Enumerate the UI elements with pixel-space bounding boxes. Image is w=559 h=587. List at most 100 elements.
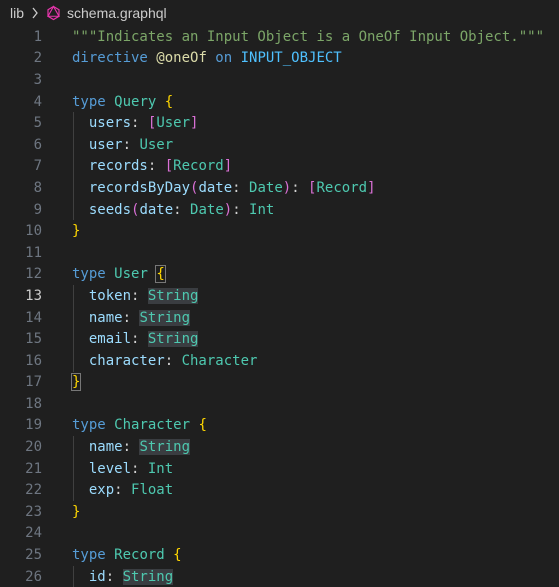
code-token: ( (190, 179, 199, 196)
code-line[interactable]: 17} (0, 372, 559, 394)
code-line[interactable]: 19 type Character { (0, 415, 559, 437)
code-token: type (72, 417, 115, 434)
code-text: type Query { (72, 91, 173, 113)
line-number: 20 (25, 439, 42, 456)
chevron-right-icon (31, 7, 39, 19)
code-token: : (122, 136, 140, 153)
code-token: type (72, 266, 115, 283)
code-token: Record (316, 179, 368, 196)
code-token: type (72, 547, 115, 564)
breadcrumb-folder[interactable]: lib (10, 5, 24, 21)
code-text: } (70, 372, 82, 394)
code-line[interactable]: 7 records: [Record] (0, 155, 559, 178)
code-line[interactable]: 22 exp: Float (0, 479, 559, 502)
code-text: } (72, 501, 80, 523)
code-token: Int (249, 201, 275, 218)
code-token: String (139, 309, 191, 326)
code-token: Character (181, 352, 258, 369)
code-token: User (156, 115, 191, 132)
line-number: 10 (25, 223, 42, 240)
code-line[interactable]: 3 (0, 69, 559, 91)
code-text: level: Int (72, 458, 173, 480)
code-line[interactable]: 16 character: Character (0, 349, 559, 372)
code-line[interactable]: 13 token: String (0, 285, 559, 307)
code-text: seeds(date: Date): Int (72, 199, 275, 221)
line-number: 11 (25, 244, 42, 261)
code-token: : (164, 352, 182, 369)
line-number: 25 (25, 547, 42, 564)
code-token: { (198, 417, 207, 434)
code-token: [ (164, 158, 174, 175)
code-line[interactable]: 1 """Indicates an Input Object is a OneOf… (0, 26, 559, 48)
graphql-icon (46, 5, 61, 21)
code-line[interactable]: 25 type Record { (0, 544, 559, 566)
code-token: date (198, 179, 233, 196)
breadcrumb-file[interactable]: schema.graphql (67, 5, 167, 21)
line-number: 24 (25, 525, 42, 542)
line-number: 15 (25, 331, 42, 348)
code-line[interactable]: 8 recordsByDay(date: Date): [Record] (0, 177, 559, 199)
code-line[interactable]: 9 seeds(date: Date): Int (0, 198, 559, 221)
code-token: ] (367, 179, 376, 196)
line-number: 1 (33, 28, 42, 45)
code-token: : (131, 331, 148, 348)
line-number: 5 (33, 115, 42, 132)
code-line[interactable]: 23} (0, 501, 559, 523)
line-number: 17 (25, 374, 42, 391)
code-text: """Indicates an Input Object is a OneOf … (72, 26, 544, 48)
code-line[interactable]: 21 level: Int (0, 457, 559, 480)
line-number: 3 (33, 71, 42, 88)
code-line[interactable]: 6 user: User (0, 133, 559, 156)
code-token: } (70, 373, 82, 392)
code-token: : (105, 568, 123, 585)
code-line[interactable]: 14 name: String (0, 306, 559, 329)
code-line[interactable]: 2 directive @oneOf on INPUT_OBJECT (0, 48, 559, 70)
code-token: ( (131, 201, 140, 218)
code-token: String (139, 439, 191, 456)
code-line[interactable]: 5 users: [User] (0, 112, 559, 134)
code-line[interactable]: 11 (0, 242, 559, 264)
code-token: records (72, 158, 148, 175)
code-token: on (206, 50, 241, 67)
code-text: email: String (72, 328, 199, 350)
code-editor[interactable]: 1 """Indicates an Input Object is a OneOf… (0, 26, 559, 587)
code-line[interactable]: 10} (0, 220, 559, 242)
code-text: type Record { (72, 544, 182, 566)
breadcrumb: lib schema.graphql (0, 0, 559, 26)
code-token: : (147, 158, 165, 175)
code-text: users: [User] (72, 112, 199, 134)
code-token: Int (147, 460, 174, 477)
code-text: recordsByDay(date: Date): [Record] (72, 177, 376, 199)
code-line[interactable]: 12 type User { (0, 264, 559, 286)
code-text: character: Character (72, 350, 258, 372)
code-line[interactable]: 20 name: String (0, 436, 559, 458)
code-token: : (122, 439, 140, 456)
code-line[interactable]: 4 type Query { (0, 91, 559, 113)
code-token: seeds (72, 201, 132, 218)
code-token: } (72, 503, 81, 520)
code-token: email (72, 331, 132, 348)
code-line[interactable]: 26 id: String (0, 565, 559, 587)
code-token: Record (114, 547, 165, 564)
line-number: 2 (33, 50, 42, 67)
code-token: type (72, 93, 115, 110)
code-token: Float (131, 482, 174, 499)
code-line[interactable]: 15 email: String (0, 328, 559, 350)
code-token: : (232, 201, 250, 218)
code-token: Date (249, 179, 283, 196)
code-text: name: String (72, 307, 191, 329)
code-text: directive @oneOf on INPUT_OBJECT (72, 48, 342, 70)
code-token: : (291, 179, 309, 196)
code-text: records: [Record] (72, 156, 232, 178)
code-text: exp: Float (72, 479, 173, 501)
code-token: ) (223, 201, 233, 218)
code-token: """Indicates an Input Object is a OneOf … (72, 28, 545, 45)
code-token: character (72, 352, 165, 369)
code-token: token (72, 287, 132, 304)
line-number: 26 (25, 568, 42, 585)
code-line[interactable]: 24 (0, 523, 559, 545)
line-number: 4 (33, 93, 42, 110)
code-token: : (122, 309, 140, 326)
code-token: { (164, 93, 174, 110)
code-line[interactable]: 18 (0, 393, 559, 415)
